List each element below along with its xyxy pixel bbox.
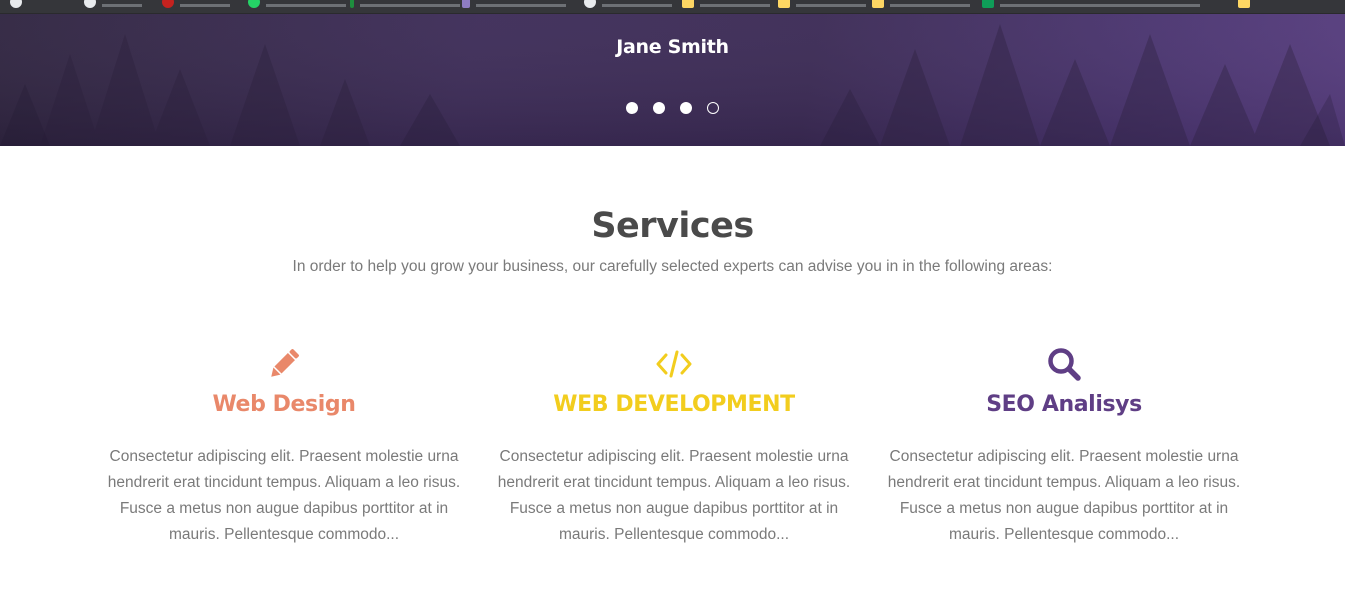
bookmark-item[interactable]: [350, 0, 460, 8]
service-description: Consectetur adipiscing elit. Praesent mo…: [107, 448, 461, 543]
bookmark-item[interactable]: [462, 0, 566, 8]
bookmark-item[interactable]: [84, 0, 142, 8]
bookmark-item[interactable]: [682, 0, 770, 8]
carousel-dot-2[interactable]: [653, 102, 665, 114]
services-heading: Services: [591, 206, 754, 246]
service-description: Consectetur adipiscing elit. Praesent mo…: [887, 448, 1241, 543]
bookmark-item[interactable]: [162, 0, 230, 8]
testimonial-hero: Jane Smith: [0, 14, 1345, 146]
whatsapp-icon: [248, 0, 260, 8]
service-title-web-development: WEB DEVELOPMENT: [553, 392, 795, 417]
bookmark-item[interactable]: [778, 0, 866, 8]
bookmarks-bar: [0, 0, 1345, 14]
google-icon: [84, 0, 96, 8]
service-title-seo-analysis: SEO Analisys: [986, 392, 1142, 417]
pencil-icon: [271, 349, 299, 377]
bookmark-item[interactable]: [10, 0, 22, 8]
carousel-dots: [0, 102, 1345, 114]
service-description: Consectetur adipiscing elit. Praesent mo…: [497, 448, 851, 543]
google-icon: [584, 0, 596, 8]
search-icon: [1048, 348, 1081, 381]
google-icon: [10, 0, 22, 8]
service-card-web-design: Web Design Consectetur adipiscing elit. …: [94, 344, 474, 548]
service-card-web-development: WEB DEVELOPMENT Consectetur adipiscing e…: [484, 344, 864, 548]
bookmark-item[interactable]: [872, 0, 970, 8]
green-favicon-icon: [350, 0, 354, 8]
folder-icon: [778, 0, 790, 8]
folder-icon: [872, 0, 884, 8]
services-subtitle: In order to help you grow your business,…: [292, 258, 1053, 275]
forest-background: [0, 14, 1345, 146]
folder-icon: [1238, 0, 1250, 8]
code-icon: [656, 350, 692, 378]
folder-icon: [682, 0, 694, 8]
bookmark-item[interactable]: [982, 0, 1200, 8]
bookmark-item[interactable]: [1238, 0, 1250, 8]
sheets-icon: [982, 0, 994, 8]
bookmark-item[interactable]: [248, 0, 346, 8]
testimonial-author-name: Jane Smith: [616, 36, 729, 58]
red-favicon-icon: [162, 0, 174, 8]
carousel-dot-4-active[interactable]: [707, 102, 719, 114]
carousel-dot-1[interactable]: [626, 102, 638, 114]
service-title-web-design: Web Design: [212, 392, 356, 417]
bookmark-item[interactable]: [584, 0, 672, 8]
purple-favicon-icon: [462, 0, 470, 8]
carousel-dot-3[interactable]: [680, 102, 692, 114]
service-card-seo-analysis: SEO Analisys Consectetur adipiscing elit…: [874, 344, 1254, 548]
